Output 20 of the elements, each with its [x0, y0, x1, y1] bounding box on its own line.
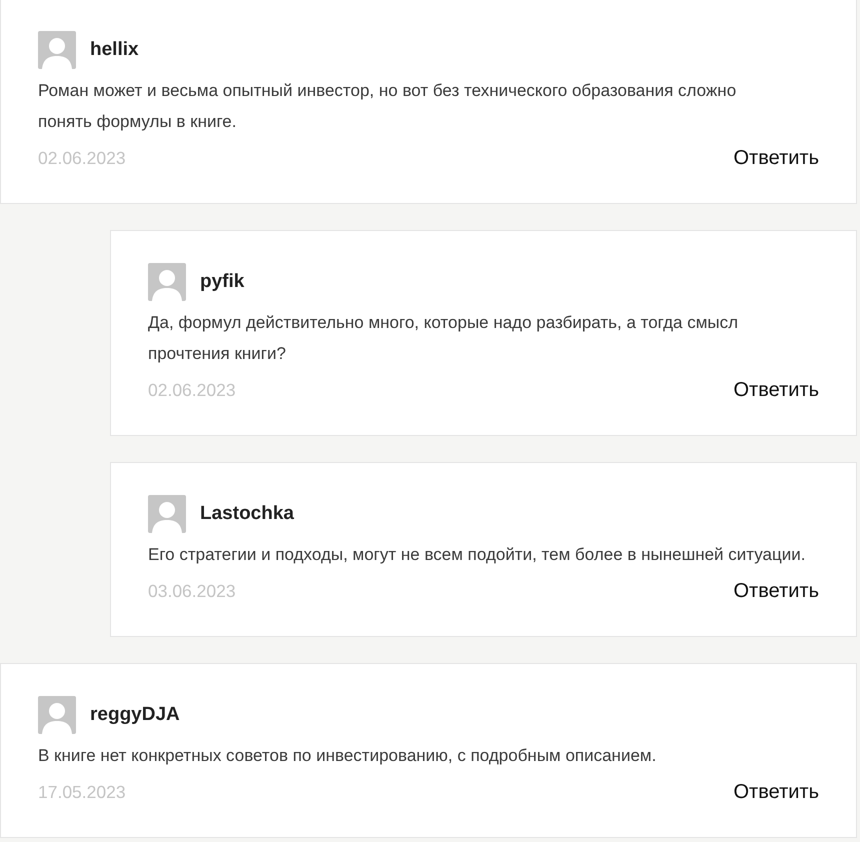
avatar-icon: [148, 263, 186, 301]
comment-author: reggyDJA: [90, 704, 180, 726]
comment-date: 17.05.2023: [38, 782, 126, 803]
avatar-icon: [38, 696, 76, 734]
reply-link[interactable]: Ответить: [734, 580, 819, 603]
reply-link[interactable]: Ответить: [734, 781, 819, 804]
comment-text: Роман может и весьма опытный инвестор, но вот без технического образования сложно понять формулы в книге.: [38, 80, 738, 133]
comment-text: Да, формул действительно много, которые надо разбирать, а тогда смысл прочтения книги?: [148, 312, 740, 365]
comment-date: 02.06.2023: [38, 148, 126, 169]
comment-text: В книге нет конкретных советов по инвестированию, с подробным описанием.: [38, 745, 658, 767]
reply-link[interactable]: Ответить: [734, 147, 819, 170]
comment-author: Lastochka: [200, 503, 294, 525]
comment-date: 02.06.2023: [148, 380, 236, 401]
reply-link[interactable]: Ответить: [734, 379, 819, 402]
comment-author: hellix: [90, 39, 139, 61]
comment-author: pyfik: [200, 271, 244, 293]
comment-text: Его стратегии и подходы, могут не всем подойти, тем более в нынешней ситуации.: [148, 544, 806, 566]
avatar-icon: [148, 495, 186, 533]
avatar-icon: [38, 31, 76, 69]
comment-date: 03.06.2023: [148, 581, 236, 602]
